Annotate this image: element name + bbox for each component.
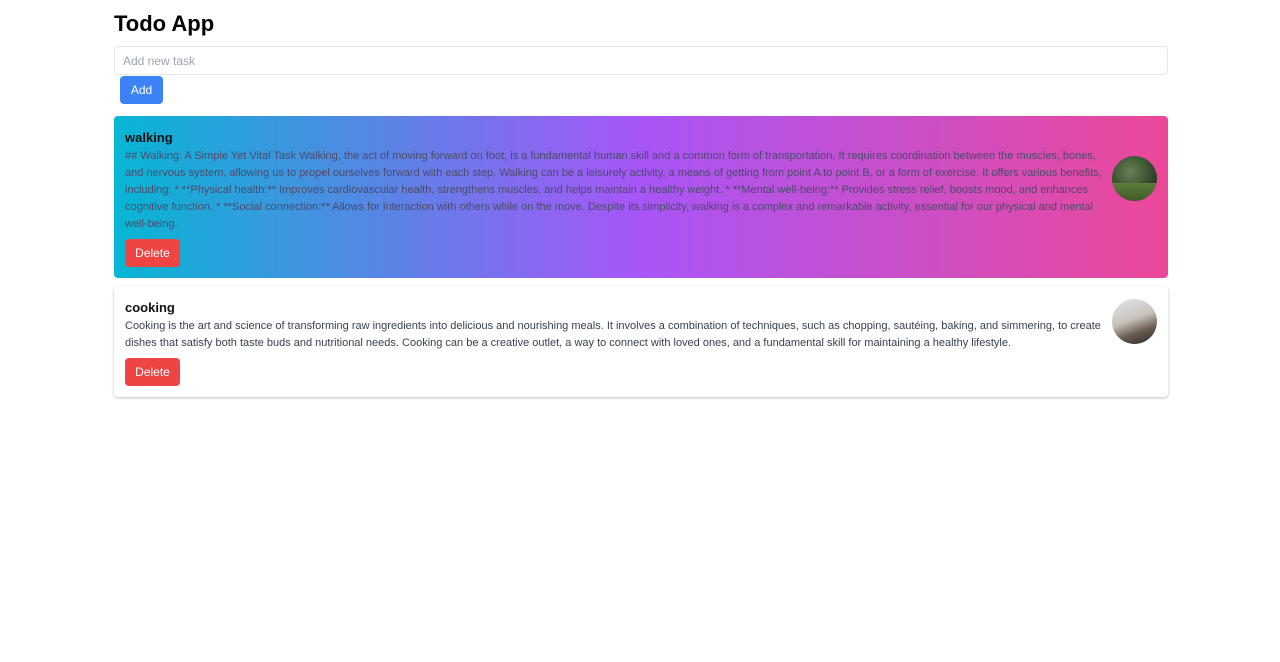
task-description: Cooking is the art and science of transf… <box>125 320 1101 349</box>
page-title: Todo App <box>114 11 215 36</box>
task-card-walking: walking ## Walking: A Simple Yet Vital T… <box>114 116 1168 278</box>
task-image-walking <box>1112 156 1157 201</box>
delete-task-button[interactable]: Delete <box>125 239 180 267</box>
task-list: walking ## Walking: A Simple Yet Vital T… <box>114 116 1168 397</box>
task-card-cooking: cooking Cooking is the art and science o… <box>114 286 1168 397</box>
task-description: ## Walking: A Simple Yet Vital Task Walk… <box>125 150 1102 230</box>
task-image-cooking <box>1112 299 1157 344</box>
app-container: Todo App Add walking ## Walking: A Simpl… <box>114 0 1168 405</box>
new-task-input[interactable] <box>114 46 1168 75</box>
task-name: walking <box>125 130 173 145</box>
task-name: cooking <box>125 300 175 315</box>
add-task-button[interactable]: Add <box>120 76 163 104</box>
delete-task-button[interactable]: Delete <box>125 358 180 386</box>
